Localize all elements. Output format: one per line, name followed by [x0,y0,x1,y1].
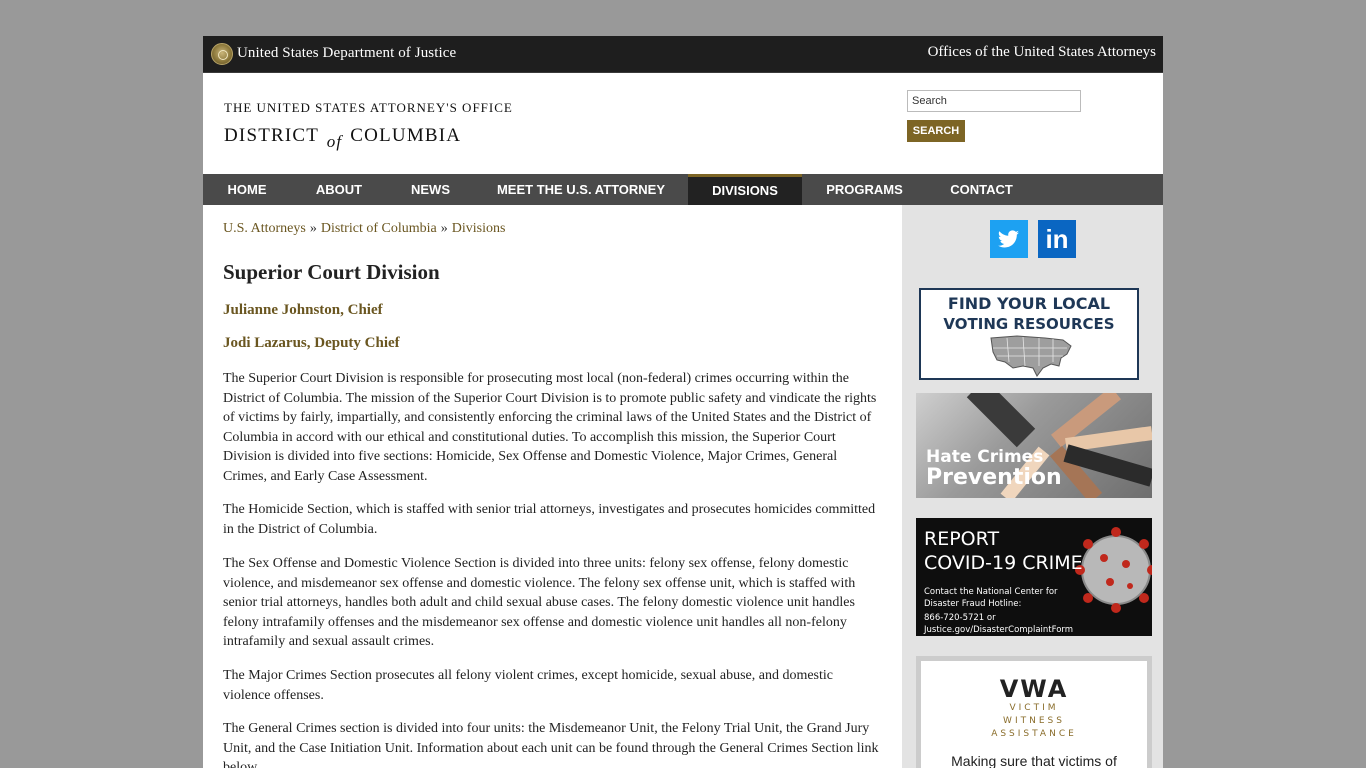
homicide-paragraph: The Homicide Section, which is staffed w… [223,502,876,537]
usao-link[interactable]: Offices of the United States Attorneys [928,44,1156,61]
breadcrumb-district-of-columbia[interactable]: District of Columbia [321,221,437,236]
coronavirus-icon [1075,527,1152,613]
district-of: of [326,132,343,151]
office-name[interactable]: THE UNITED STATES ATTORNEY'S OFFICE [224,100,513,116]
vwa-sub-victim: VICTIM [1009,703,1059,713]
chief-name: Julianne Johnston, Chief [223,302,383,318]
doj-home-link[interactable]: United States Department of Justice [237,45,456,62]
covid-banner-line2: COVID-19 CRIME [924,552,1083,574]
voting-banner-line1: FIND YOUR LOCAL [947,294,1111,313]
doj-seal-icon[interactable] [211,43,233,65]
vwa-text: Making sure that victims of [951,753,1117,768]
vwa-sub-assistance: ASSISTANCE [991,729,1077,739]
deputy-chief-name: Jodi Lazarus, Deputy Chief [223,335,400,351]
breadcrumb: U.S. Attorneys» District of Columbia» Divi… [223,221,505,237]
covid-banner-text: Disaster Fraud Hotline: [924,599,1022,609]
vwa-logo: VWA [999,675,1069,703]
site-header: THE UNITED STATES ATTORNEY'S OFFICE DIST… [203,73,1163,174]
district-word: DISTRICT [224,125,319,146]
district-logo[interactable]: DISTRICT of COLUMBIA [224,125,462,151]
general-crimes-paragraph: The General Crimes section is divided in… [223,721,879,768]
major-crimes-paragraph: The Major Crimes Section prosecutes all … [223,668,833,703]
covid-banner-text: Justice.gov/DisasterComplaintForm [924,625,1074,635]
nav-home[interactable]: HOME [203,174,291,205]
nav-divisions[interactable]: DIVISIONS [688,174,802,205]
intro-paragraph: The Superior Court Division is responsib… [223,371,877,484]
sidebar: in FIND YOUR LOCAL VOTING RESOURCES Hate… [902,205,1163,768]
breadcrumb-separator: » [440,221,448,236]
covid-banner-text: Contact the National Center for [924,587,1058,597]
breadcrumb-separator: » [309,221,317,236]
nav-programs[interactable]: PROGRAMS [802,174,927,205]
voting-resources-banner[interactable]: FIND YOUR LOCAL VOTING RESOURCES [919,288,1139,380]
twitter-icon[interactable] [990,220,1028,258]
page: United States Department of Justice Offi… [203,36,1163,768]
nav-meet-us-attorney[interactable]: MEET THE U.S. ATTORNEY [474,174,688,205]
search-button[interactable]: SEARCH [907,120,965,142]
nav-contact[interactable]: CONTACT [927,174,1036,205]
breadcrumb-us-attorneys[interactable]: U.S. Attorneys [223,221,306,236]
columbia-word: COLUMBIA [350,125,462,146]
hate-crimes-line2: Prevention [926,465,1062,490]
vwa-sub-witness: WITNESS [1003,716,1065,726]
linkedin-icon[interactable]: in [1038,220,1076,258]
main-nav: HOME ABOUT NEWS MEET THE U.S. ATTORNEY D… [203,174,1163,205]
nav-news[interactable]: NEWS [387,174,474,205]
page-title: Superior Court Division [223,260,440,284]
covid-banner-text: 866-720-5721 or [924,613,996,623]
victim-witness-assistance-banner[interactable]: VWA VICTIM WITNESS ASSISTANCE Making sur… [916,656,1152,768]
twitter-bird-icon [998,230,1019,248]
nav-about[interactable]: ABOUT [291,174,387,205]
report-covid-crime-banner[interactable]: REPORT COVID-19 CRIME Contact the Nation… [916,518,1152,636]
covid-banner-line1: REPORT [924,528,1000,550]
search-input[interactable] [907,90,1081,112]
doj-top-bar: United States Department of Justice Offi… [203,36,1163,73]
sex-offense-paragraph: The Sex Offense and Domestic Violence Se… [223,556,856,650]
hate-crimes-line1: Hate Crimes [926,447,1044,467]
breadcrumb-divisions[interactable]: Divisions [452,221,506,236]
hate-crimes-prevention-banner[interactable]: Hate Crimes Prevention [916,393,1152,498]
us-map-icon [990,335,1072,377]
voting-banner-line2: VOTING RESOURCES [943,315,1115,333]
